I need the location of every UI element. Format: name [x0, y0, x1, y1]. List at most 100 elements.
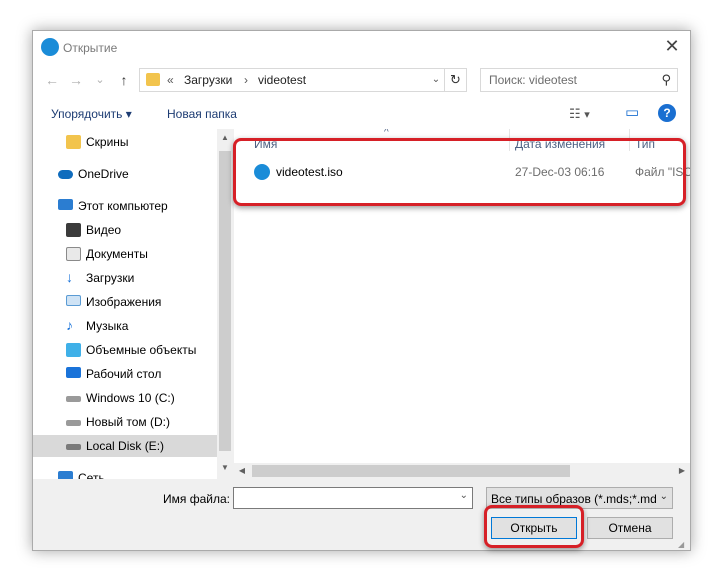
file-list-scrollbar[interactable]: ◀ ▶ [234, 463, 690, 479]
sidebar-item-screens[interactable]: Скрины [33, 131, 217, 153]
drive-e-icon [66, 444, 81, 450]
title-bar: Открытие ✕ [33, 31, 690, 63]
sidebar-item-this-pc[interactable]: Этот компьютер [33, 195, 217, 217]
back-button[interactable]: ← [43, 71, 61, 89]
chevron-down-icon[interactable]: ⌄ [460, 490, 468, 501]
navigation-pane-scrollbar[interactable]: ▲ ▼ [217, 129, 233, 479]
breadcrumb-downloads[interactable]: Загрузки [184, 73, 232, 87]
forward-button[interactable]: → [67, 71, 85, 89]
drive-c-icon [66, 396, 81, 402]
resize-grip-icon[interactable]: ◢ [678, 540, 688, 550]
open-file-dialog: Открытие ✕ ← → ⌄ ↑ « Загрузки › videotes… [32, 30, 691, 551]
up-button[interactable]: ↑ [115, 71, 133, 89]
drive-d-icon [66, 420, 81, 426]
file-list: ^ Имя Дата изменения Тип videotest.iso 2… [234, 129, 690, 479]
organize-button[interactable]: Упорядочить ▾ [51, 107, 132, 121]
file-date: 27-Dec-03 06:16 [515, 165, 605, 179]
file-type: Файл "ISO" [635, 165, 690, 179]
network-icon [58, 471, 73, 479]
computer-icon [58, 199, 73, 210]
folder-icon [66, 135, 81, 149]
help-icon[interactable]: ? [658, 104, 676, 122]
sort-indicator-icon: ^ [384, 129, 389, 138]
sidebar-item-label: Скрины [86, 135, 129, 149]
navigation-bar: ← → ⌄ ↑ « Загрузки › videotest ⌄ ↻ Поиск… [33, 63, 690, 99]
filename-input[interactable]: ⌄ [233, 487, 473, 509]
file-type-select[interactable]: Все типы образов (*.mds;*.md ⌄ [486, 487, 673, 509]
open-button[interactable]: Открыть [491, 517, 577, 539]
3d-objects-icon [66, 343, 81, 357]
address-prefix[interactable]: « [167, 73, 174, 87]
column-header-type[interactable]: Тип [635, 137, 655, 151]
sidebar-item-drive-e[interactable]: Local Disk (E:) [33, 435, 217, 457]
sidebar-item-label: Local Disk (E:) [86, 439, 165, 453]
scrollbar-thumb[interactable] [252, 465, 570, 477]
sidebar-item-label: Рабочий стол [86, 367, 162, 381]
sidebar-item-drive-d[interactable]: Новый том (D:) [33, 411, 217, 433]
sidebar-item-label: OneDrive [78, 167, 129, 181]
view-list-icon: ☷ [569, 106, 581, 121]
sidebar-item-drive-c[interactable]: Windows 10 (C:) [33, 387, 217, 409]
documents-icon [66, 247, 81, 261]
column-divider[interactable] [629, 129, 630, 151]
breadcrumb-videotest[interactable]: videotest [258, 73, 306, 87]
view-options-button[interactable]: ☷ ▾ [569, 106, 590, 122]
preview-pane-icon[interactable]: ▭ [625, 103, 639, 121]
column-divider[interactable] [509, 129, 510, 151]
breadcrumb-separator[interactable]: › [244, 73, 248, 87]
sidebar-item-desktop[interactable]: Рабочий стол [33, 363, 217, 385]
sidebar-item-label: Этот компьютер [78, 199, 168, 213]
recent-locations-button[interactable]: ⌄ [91, 71, 109, 89]
sidebar-item-label: Изображения [86, 295, 162, 309]
sidebar-item-video[interactable]: Видео [33, 219, 217, 241]
sidebar-item-downloads[interactable]: ↓ Загрузки [33, 267, 217, 289]
disc-image-icon [254, 164, 270, 180]
refresh-button[interactable]: ↻ [444, 69, 466, 91]
sidebar-item-label: Объемные объекты [86, 343, 197, 357]
close-button[interactable]: ✕ [662, 37, 682, 57]
chevron-down-icon: ▾ [125, 107, 132, 121]
scroll-down-icon[interactable]: ▼ [217, 461, 233, 475]
search-box[interactable]: Поиск: videotest ⚲ [480, 68, 678, 92]
desktop-icon [66, 367, 81, 378]
sidebar-item-onedrive[interactable]: OneDrive [33, 163, 217, 185]
chevron-down-icon: ▾ [584, 109, 590, 121]
sidebar-item-network[interactable]: Сеть [33, 467, 217, 479]
sidebar-item-label: Видео [86, 223, 122, 237]
images-icon [66, 295, 81, 306]
cancel-button[interactable]: Отмена [587, 517, 673, 539]
downloads-icon: ↓ [66, 269, 73, 285]
sidebar-item-images[interactable]: Изображения [33, 291, 217, 313]
sidebar-item-documents[interactable]: Документы [33, 243, 217, 265]
command-bar: Упорядочить ▾ Новая папка ☷ ▾ ▭ ? [33, 99, 690, 129]
file-row[interactable]: videotest.iso 27-Dec-03 06:16 Файл "ISO" [254, 161, 690, 183]
navigation-pane: Скрины OneDrive Этот компьютер Видео Док… [33, 129, 233, 479]
address-bar[interactable]: « Загрузки › videotest ⌄ ↻ [139, 68, 467, 92]
new-folder-button[interactable]: Новая папка [167, 107, 237, 121]
sidebar-item-label: Новый том (D:) [86, 415, 170, 429]
dialog-footer: Имя файла: ⌄ Все типы образов (*.mds;*.m… [33, 479, 690, 552]
sidebar-item-3d-objects[interactable]: Объемные объекты [33, 339, 217, 361]
scroll-up-icon[interactable]: ▲ [217, 131, 233, 145]
address-dropdown-icon[interactable]: ⌄ [428, 71, 444, 89]
sidebar-item-label: Загрузки [86, 271, 135, 285]
sidebar-item-music[interactable]: ♪ Музыка [33, 315, 217, 337]
search-icon[interactable]: ⚲ [661, 72, 671, 88]
video-icon [66, 223, 81, 237]
file-name: videotest.iso [276, 165, 343, 179]
scrollbar-thumb[interactable] [219, 151, 231, 451]
daemon-tools-icon [41, 38, 59, 56]
sidebar-item-label: Windows 10 (C:) [86, 391, 175, 405]
chevron-down-icon[interactable]: ⌄ [660, 491, 668, 502]
scroll-right-icon[interactable]: ▶ [674, 463, 690, 479]
sidebar-item-label: Сеть [78, 471, 105, 479]
scroll-left-icon[interactable]: ◀ [234, 463, 250, 479]
filename-label: Имя файла: [163, 492, 230, 506]
folder-icon [146, 73, 160, 86]
file-type-value: Все типы образов (*.mds;*.md [491, 492, 657, 506]
column-header-date[interactable]: Дата изменения [515, 137, 605, 151]
search-input[interactable]: Поиск: videotest [489, 73, 577, 87]
sidebar-item-label: Документы [86, 247, 148, 261]
column-header-name[interactable]: Имя [254, 137, 277, 151]
sidebar-item-label: Музыка [86, 319, 129, 333]
